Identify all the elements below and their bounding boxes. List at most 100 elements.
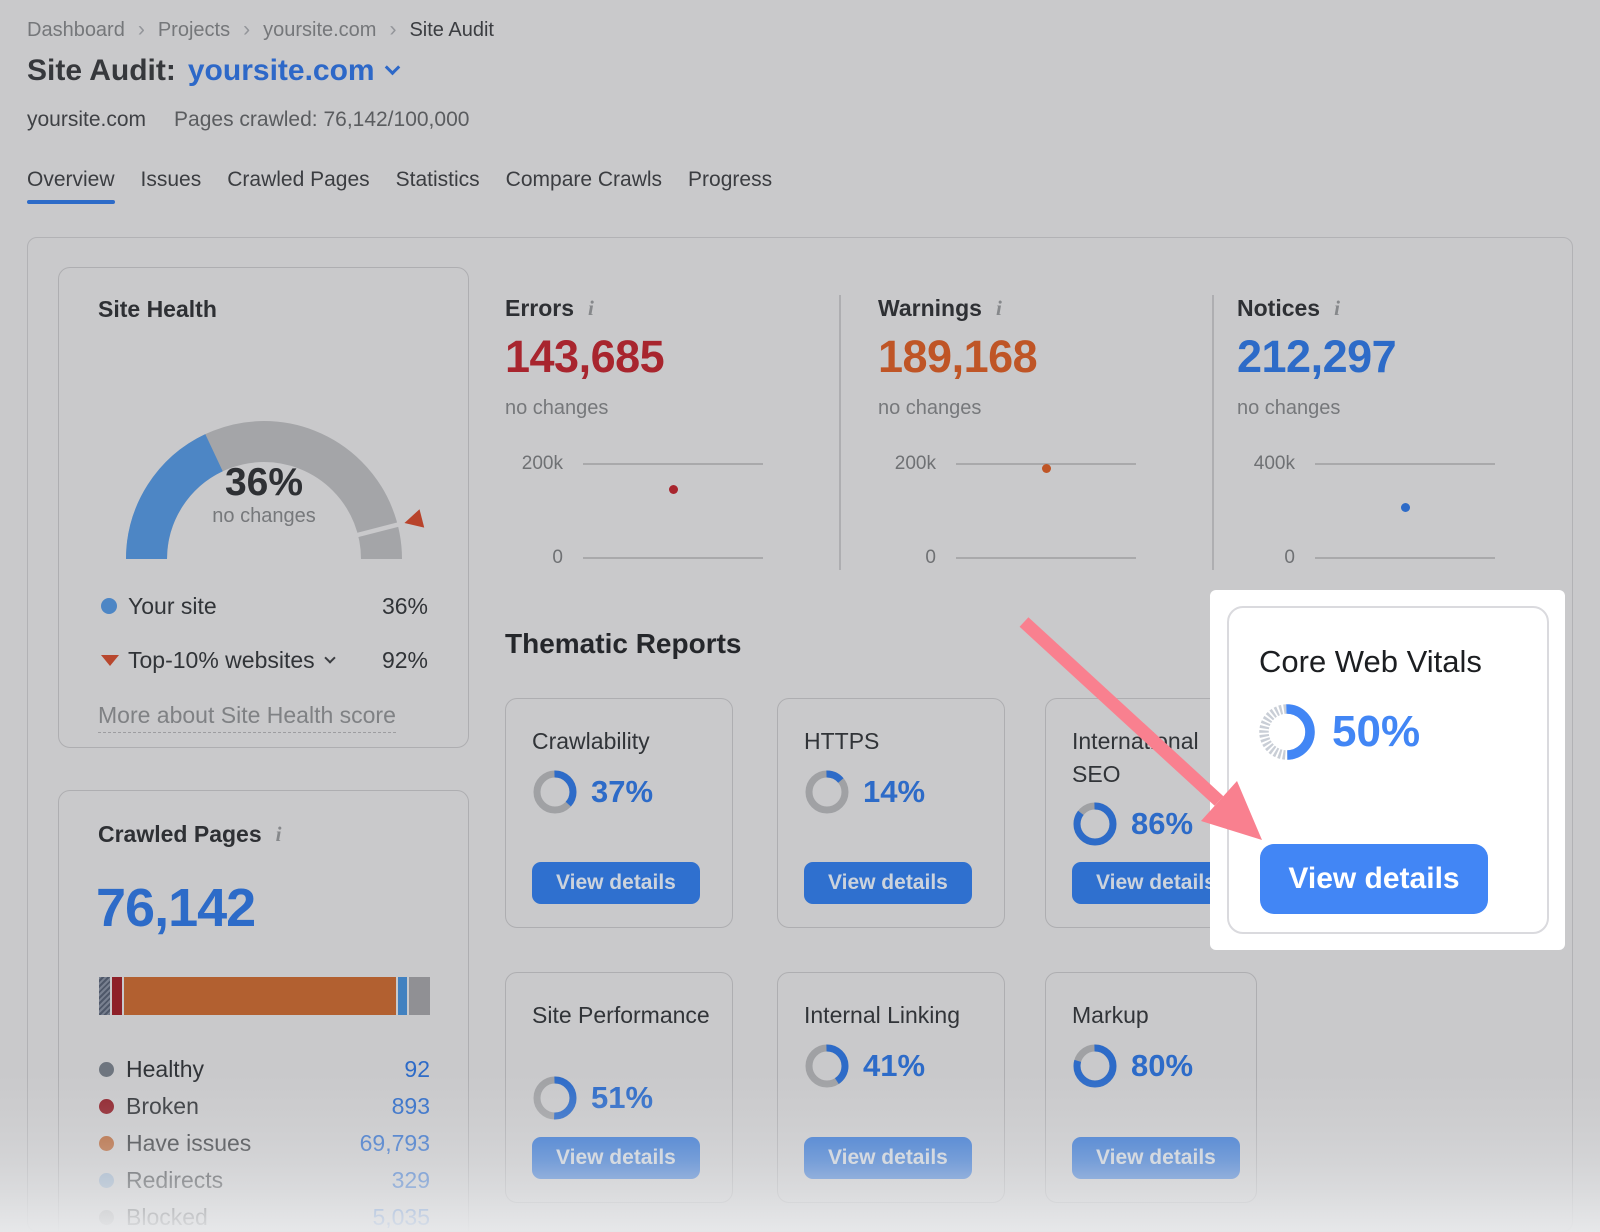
core-web-vitals-title: Core Web Vitals <box>1259 644 1482 680</box>
tab-statistics[interactable]: Statistics <box>396 168 480 204</box>
tab-overview[interactable]: Overview <box>27 168 115 204</box>
legend-value: 36% <box>382 593 428 620</box>
view-details-button[interactable]: View details <box>532 1137 700 1179</box>
site-health-info-link[interactable]: More about Site Health score <box>98 702 396 733</box>
notices-stat: Notices i 212,297 no changes 400k 0 <box>1237 295 1522 322</box>
legend-dot-icon <box>99 1062 114 1077</box>
core-web-vitals-percent: 50% <box>1332 707 1420 757</box>
view-details-button[interactable]: View details <box>1072 1137 1240 1179</box>
tab-bar: Overview Issues Crawled Pages Statistics… <box>27 168 772 204</box>
column-divider <box>839 295 841 570</box>
crawlability-donut-chart <box>532 769 578 815</box>
errors-sparkline: 200k 0 <box>505 445 765 565</box>
legend-dot-icon <box>99 1173 114 1188</box>
warnings-data-point <box>1042 464 1051 473</box>
breadcrumb: Dashboard › Projects › yoursite.com › Si… <box>27 18 494 42</box>
project-selector-label: yoursite.com <box>188 54 375 88</box>
your-site-dot-icon <box>101 598 117 614</box>
legend-value: 329 <box>392 1167 430 1194</box>
breadcrumb-separator-icon: › <box>389 18 396 42</box>
benchmark-triangle-icon <box>101 655 119 666</box>
gridline <box>1315 557 1495 559</box>
axis-label: 0 <box>1237 547 1295 569</box>
legend-dot-icon <box>99 1210 114 1225</box>
column-divider <box>1212 295 1214 570</box>
crawled-pages-legend: Healthy92Broken893Have issues69,793Redir… <box>99 1051 430 1232</box>
legend-row: Healthy92 <box>99 1051 430 1088</box>
errors-stat: Errors i 143,685 no changes 200k 0 <box>505 295 790 322</box>
thematic-card-site-performance: Site Performance 51% View details <box>505 972 733 1203</box>
legend-label: Have issues <box>126 1130 251 1157</box>
chevron-down-icon[interactable] <box>324 652 335 663</box>
project-domain: yoursite.com <box>27 108 146 132</box>
legend-label: Broken <box>126 1093 199 1120</box>
https-donut-chart <box>804 769 850 815</box>
info-icon[interactable]: i <box>276 822 282 847</box>
notices-sparkline: 400k 0 <box>1237 445 1497 565</box>
thematic-card-markup: Markup 80% View details <box>1045 972 1257 1203</box>
bar-segment-have-issues <box>124 977 396 1015</box>
gridline <box>1315 463 1495 465</box>
card-label: Crawlability <box>532 725 710 758</box>
card-label: HTTPS <box>804 725 982 758</box>
breadcrumb-projects[interactable]: Projects <box>158 19 230 42</box>
legend-label[interactable]: Top-10% websites <box>128 647 315 674</box>
info-icon[interactable]: i <box>996 296 1002 321</box>
view-details-button[interactable]: View details <box>532 862 700 904</box>
crawled-pages-stacked-bar <box>99 977 430 1015</box>
card-percent: 41% <box>863 1048 925 1084</box>
card-percent: 86% <box>1131 806 1193 842</box>
site-health-score: 36% <box>114 461 414 505</box>
bar-segment-healthy <box>99 977 110 1015</box>
tab-progress[interactable]: Progress <box>688 168 772 204</box>
notices-title: Notices <box>1237 295 1320 322</box>
card-percent: 37% <box>591 774 653 810</box>
gridline <box>956 557 1136 559</box>
project-selector[interactable]: yoursite.com <box>188 54 398 88</box>
legend-dot-icon <box>99 1099 114 1114</box>
pages-crawled-counter: Pages crawled: 76,142/100,000 <box>174 108 469 132</box>
site-health-title: Site Health <box>98 296 217 323</box>
axis-label: 0 <box>878 547 936 569</box>
warnings-stat: Warnings i 189,168 no changes 200k 0 <box>878 295 1163 322</box>
card-label: Internal Linking <box>804 999 982 1032</box>
breadcrumb-dashboard[interactable]: Dashboard <box>27 19 125 42</box>
thematic-card-crawlability: Crawlability 37% View details <box>505 698 733 928</box>
core-web-vitals-view-details-button[interactable]: View details <box>1260 844 1488 914</box>
info-icon[interactable]: i <box>588 296 594 321</box>
card-percent: 14% <box>863 774 925 810</box>
card-label: Site Performance <box>532 999 710 1032</box>
info-icon[interactable]: i <box>1334 296 1340 321</box>
thematic-reports-title: Thematic Reports <box>505 628 742 660</box>
legend-value: 92 <box>404 1056 430 1083</box>
tab-crawled-pages[interactable]: Crawled Pages <box>227 168 369 204</box>
card-label: Markup <box>1072 999 1250 1032</box>
breadcrumb-separator-icon: › <box>138 18 145 42</box>
site-health-change: no changes <box>114 505 414 528</box>
gridline <box>583 463 763 465</box>
warnings-sparkline: 200k 0 <box>878 445 1138 565</box>
view-details-button[interactable]: View details <box>804 862 972 904</box>
axis-label: 200k <box>878 453 936 475</box>
warnings-change: no changes <box>878 397 981 420</box>
warnings-value: 189,168 <box>878 331 1037 383</box>
axis-label: 200k <box>505 453 563 475</box>
tab-compare-crawls[interactable]: Compare Crawls <box>506 168 662 204</box>
breadcrumb-site-audit: Site Audit <box>409 19 494 42</box>
card-percent: 80% <box>1131 1048 1193 1084</box>
legend-row: Have issues69,793 <box>99 1125 430 1162</box>
bar-segment-redirects <box>398 977 407 1015</box>
crawled-pages-card: Crawled Pages i 76,142 Healthy92Broken89… <box>58 790 469 1232</box>
project-info-row: yoursite.com Pages crawled: 76,142/100,0… <box>27 108 469 132</box>
thematic-card-https: HTTPS 14% View details <box>777 698 1005 928</box>
legend-label: Blocked <box>126 1204 208 1231</box>
crawled-pages-total: 76,142 <box>96 877 255 939</box>
breadcrumb-project-domain[interactable]: yoursite.com <box>263 19 376 42</box>
errors-title: Errors <box>505 295 574 322</box>
notices-data-point <box>1401 503 1410 512</box>
view-details-button[interactable]: View details <box>804 1137 972 1179</box>
legend-value: 92% <box>382 647 428 674</box>
tab-issues[interactable]: Issues <box>141 168 202 204</box>
legend-row-your-site: Your site 36% <box>101 593 428 619</box>
international-seo-donut-chart <box>1072 801 1118 847</box>
